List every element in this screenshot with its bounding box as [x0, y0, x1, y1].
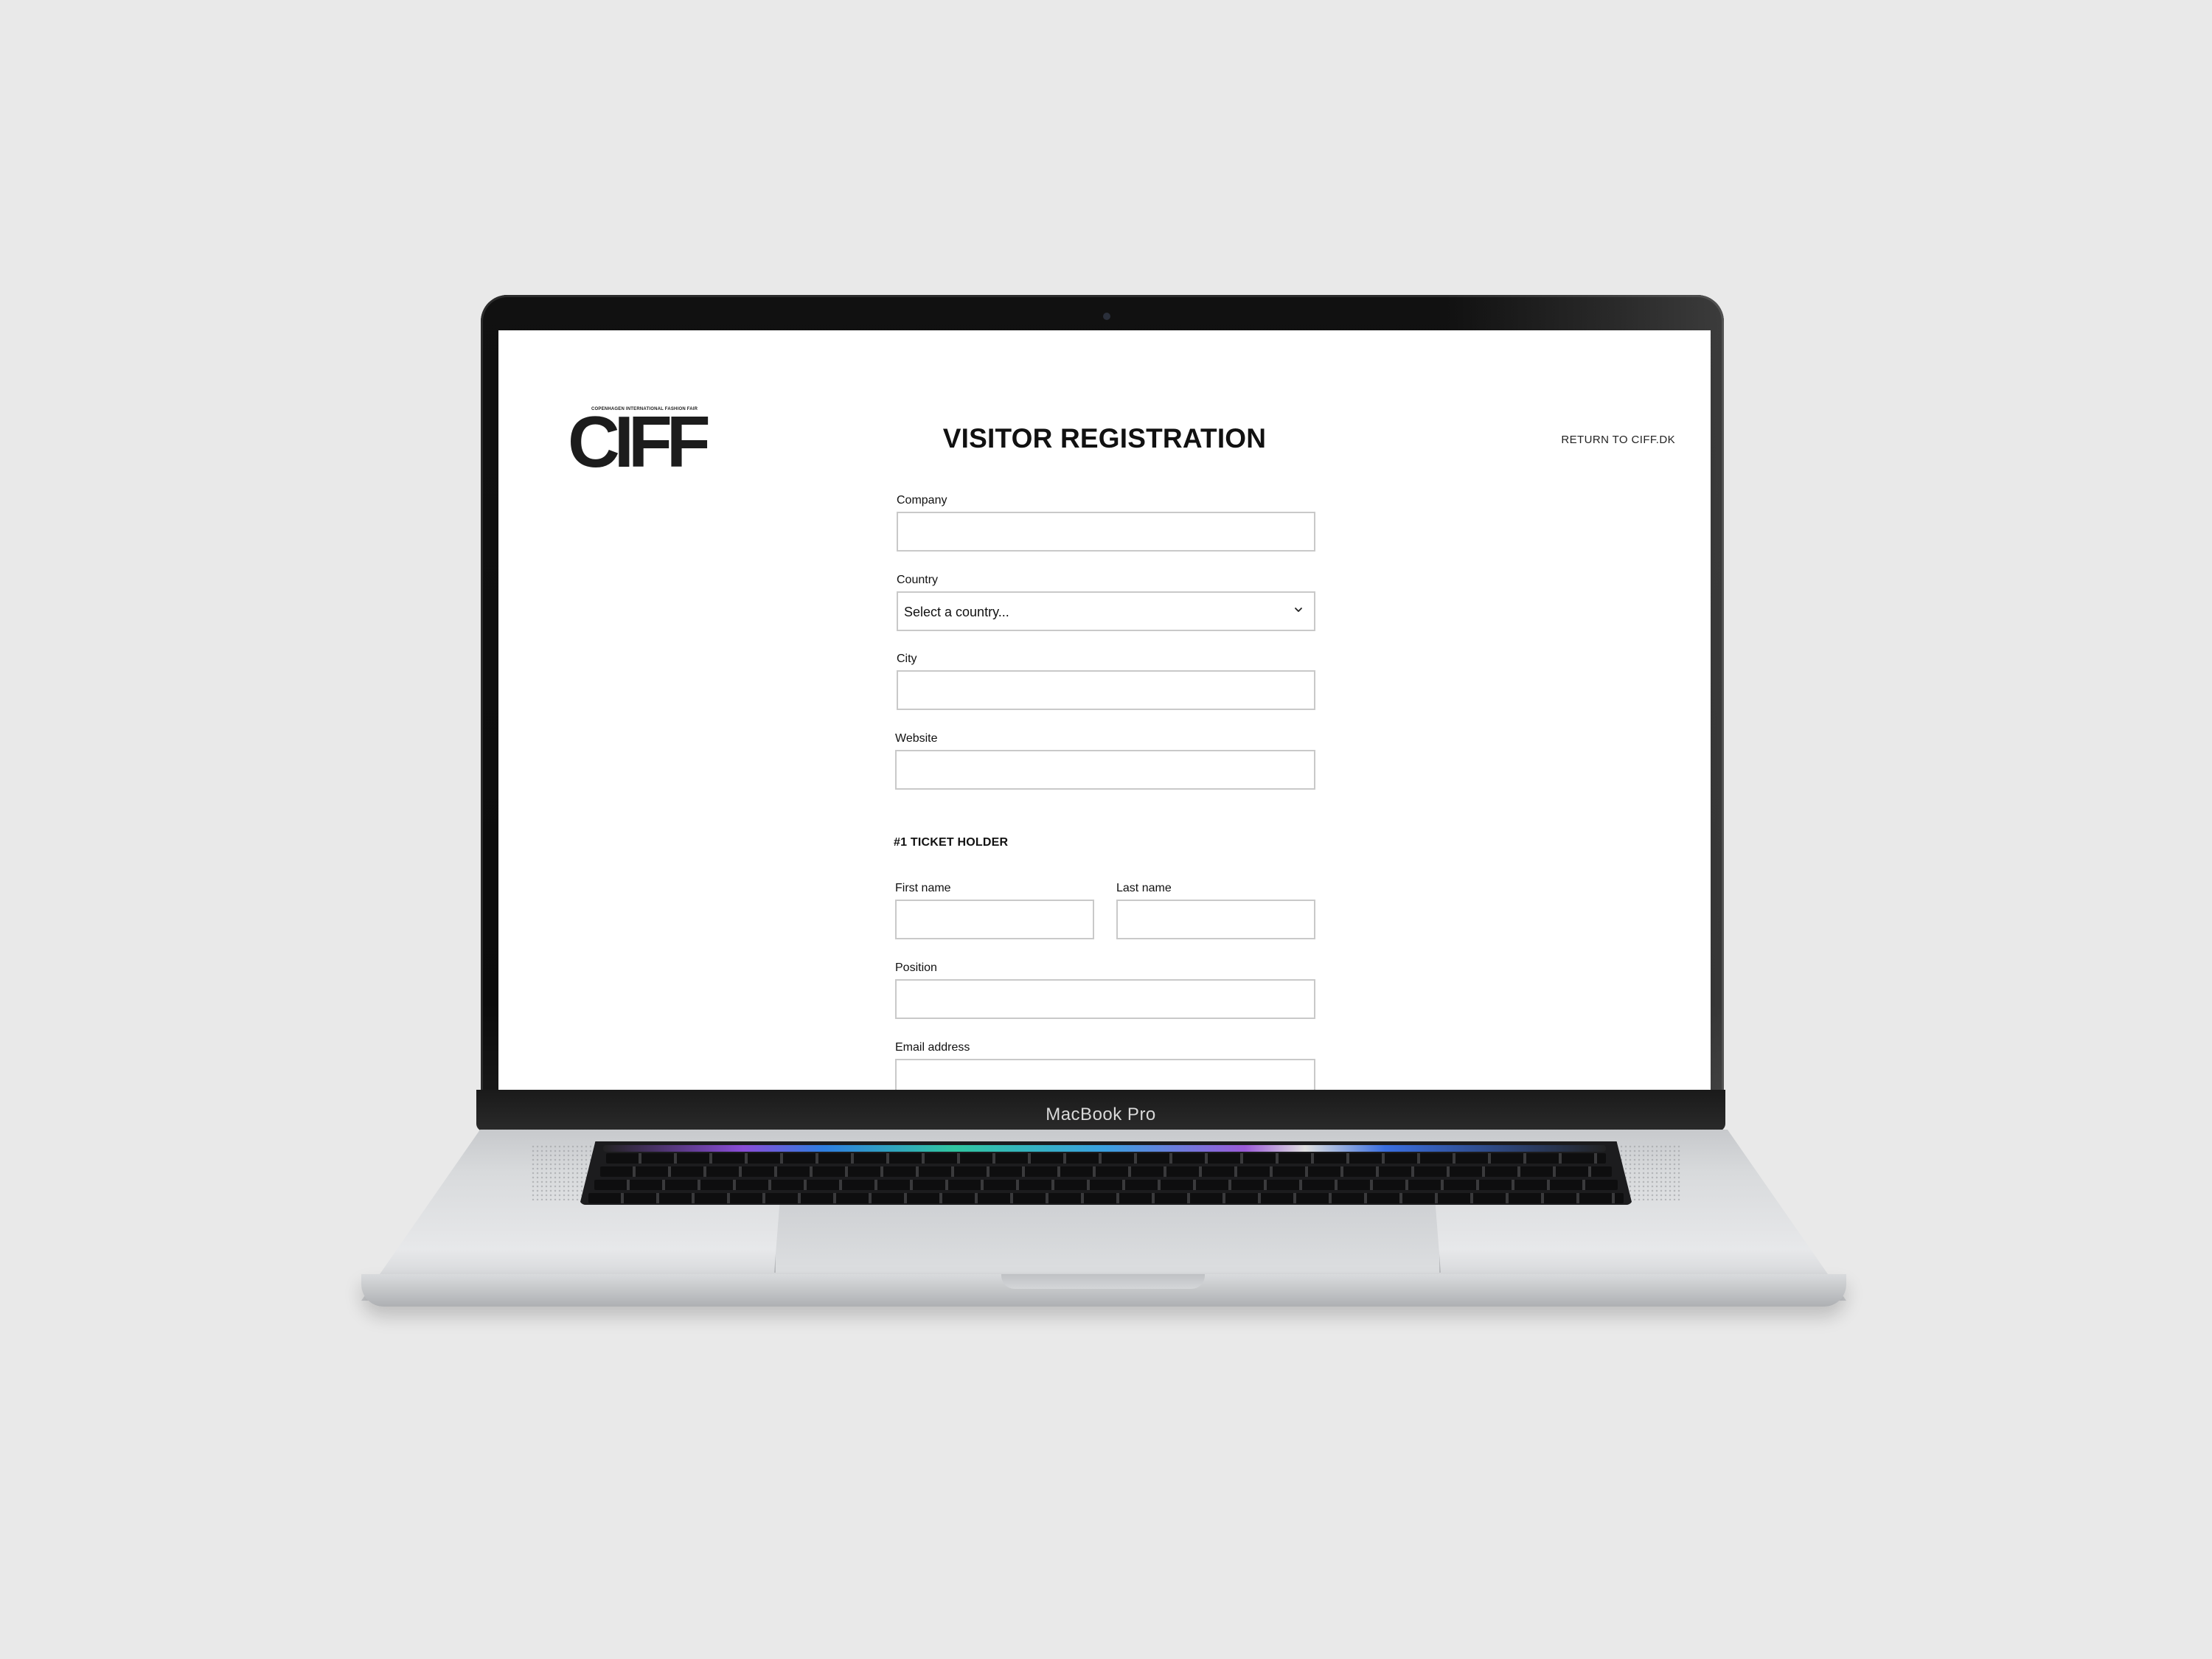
key-row	[606, 1153, 1606, 1164]
first-name-label: First name	[895, 882, 951, 894]
company-label: Company	[897, 494, 947, 507]
ticket-holder-heading: #1 TICKET HOLDER	[894, 836, 1009, 849]
key-row	[594, 1180, 1618, 1190]
last-name-input[interactable]	[1116, 900, 1315, 939]
key-row	[588, 1193, 1624, 1203]
position-input[interactable]	[895, 979, 1315, 1019]
laptop-screen: COPENHAGEN INTERNATIONAL FASHION FAIR CI…	[498, 330, 1711, 1090]
chevron-down-icon	[1295, 608, 1302, 612]
email-label: Email address	[895, 1041, 970, 1054]
country-select-value: Select a country...	[904, 605, 1009, 619]
return-to-ciff-link[interactable]: RETURN TO CIFF.DK	[1561, 434, 1675, 446]
touch-bar	[603, 1145, 1606, 1152]
trackpad	[774, 1205, 1441, 1273]
position-label: Position	[895, 961, 937, 974]
camera-icon	[1103, 313, 1110, 320]
lid-opening-notch	[1001, 1274, 1205, 1289]
country-select[interactable]: Select a country...	[897, 591, 1315, 631]
country-label: Country	[897, 574, 939, 586]
model-label: MacBook Pro	[1046, 1105, 1156, 1124]
city-label: City	[897, 653, 917, 665]
page-title: VISITOR REGISTRATION	[942, 423, 1267, 453]
last-name-label: Last name	[1116, 882, 1172, 894]
email-input[interactable]	[895, 1059, 1315, 1090]
website-input[interactable]	[895, 750, 1315, 790]
city-input[interactable]	[897, 670, 1315, 710]
website-label: Website	[895, 732, 938, 745]
key-row	[600, 1166, 1612, 1177]
screen-chin: MacBook Pro	[476, 1090, 1725, 1131]
first-name-input[interactable]	[895, 900, 1094, 939]
company-input[interactable]	[897, 512, 1315, 552]
